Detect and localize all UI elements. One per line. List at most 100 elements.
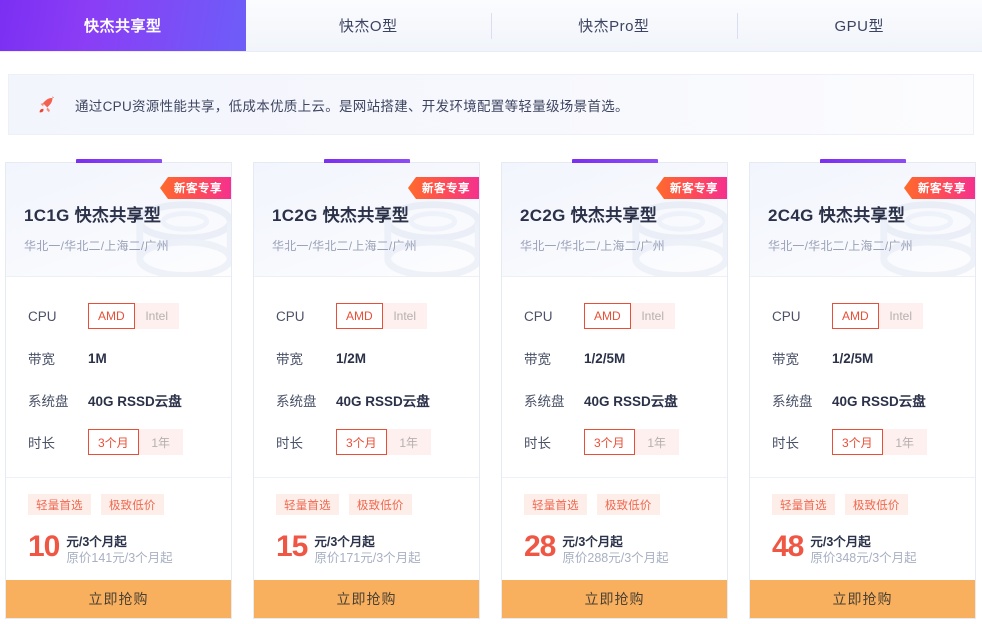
info-banner-text: 通过CPU资源性能共享，低成本优质上云。是网站搭建、开发环境配置等轻量级场景首选… [75, 98, 629, 114]
ribbon-label: 新客专享 [670, 183, 718, 195]
cpu-option-intel[interactable]: Intel [134, 303, 179, 329]
card-title: 1C2G 快杰共享型 [272, 206, 410, 225]
tab-kuaijie-pro[interactable]: 快杰Pro型 [491, 0, 737, 51]
duration-option-3months[interactable]: 3个月 [88, 429, 139, 455]
ribbon-label: 新客专享 [918, 183, 966, 195]
tag-light-choice: 轻量首选 [772, 494, 835, 515]
spec-row-cpu: CPU AMD Intel [772, 295, 975, 337]
product-card-grid: 新客专享 1C1G 快杰共享型 华北一/华北二/上海二/广州 CPU AMD I… [0, 135, 982, 619]
cpu-option-group: AMD Intel [88, 303, 179, 329]
tab-kuaijie-o[interactable]: 快杰O型 [246, 0, 492, 51]
tag-low-price: 极致低价 [844, 494, 908, 515]
spec-row-bandwidth: 带宽 1/2/5M [772, 337, 975, 379]
duration-option-1year[interactable]: 1年 [634, 429, 679, 455]
spec-label-disk: 系统盘 [28, 394, 69, 409]
spec-label-cpu: CPU [772, 308, 801, 324]
buy-now-button[interactable]: 立即抢购 [750, 580, 975, 618]
spec-label-disk: 系统盘 [772, 394, 813, 409]
product-card[interactable]: 新客专享 1C1G 快杰共享型 华北一/华北二/上海二/广州 CPU AMD I… [5, 159, 232, 619]
spec-row-disk: 系统盘 40G RSSD云盘 [524, 379, 727, 421]
cpu-option-amd[interactable]: AMD [336, 303, 383, 329]
buy-now-label: 立即抢购 [88, 591, 149, 607]
duration-option-1year[interactable]: 1年 [386, 429, 431, 455]
cpu-option-group: AMD Intel [336, 303, 427, 329]
card-specs: CPU AMD Intel 带宽 1/2M 系统盘 40G RSSD云盘 时长 … [254, 277, 479, 478]
cpu-option-group: AMD Intel [832, 303, 923, 329]
price-row: 28 元/3个月起 原价288元/3个月起 [524, 532, 727, 567]
cpu-option-amd[interactable]: AMD [584, 303, 631, 329]
new-customer-ribbon: 新客专享 [904, 177, 975, 199]
rocket-icon [39, 95, 55, 112]
buy-now-button[interactable]: 立即抢购 [6, 580, 231, 618]
tag-light-choice: 轻量首选 [28, 494, 91, 515]
spec-row-disk: 系统盘 40G RSSD云盘 [772, 379, 975, 421]
duration-option-1year[interactable]: 1年 [138, 429, 183, 455]
price-unit: 元/3个月起 [314, 535, 375, 549]
price-unit: 元/3个月起 [562, 535, 623, 549]
spec-row-bandwidth: 带宽 1/2/5M [524, 337, 727, 379]
duration-option-3months[interactable]: 3个月 [336, 429, 387, 455]
card-tags: 轻量首选 极致低价 [28, 494, 231, 515]
spec-value-bandwidth: 1/2/5M [832, 350, 874, 366]
price-text-group: 元/3个月起 原价171元/3个月起 [314, 534, 420, 567]
price-amount: 15 [276, 530, 308, 563]
card-price-block: 轻量首选 极致低价 48 元/3个月起 原价348元/3个月起 [750, 478, 975, 580]
product-card[interactable]: 新客专享 2C2G 快杰共享型 华北一/华北二/上海二/广州 CPU AMD I… [501, 159, 728, 619]
price-amount: 10 [28, 530, 60, 563]
duration-option-group: 3个月 1年 [336, 429, 431, 455]
tab-label: 快杰共享型 [83, 18, 162, 35]
card-tags: 轻量首选 极致低价 [276, 494, 479, 515]
cpu-option-amd[interactable]: AMD [832, 303, 879, 329]
spec-row-cpu: CPU AMD Intel [28, 295, 231, 337]
tab-label: 快杰O型 [338, 18, 398, 35]
ribbon-label: 新客专享 [174, 183, 222, 195]
cpu-option-intel[interactable]: Intel [630, 303, 675, 329]
card-specs: CPU AMD Intel 带宽 1/2/5M 系统盘 40G RSSD云盘 时… [750, 277, 975, 478]
spec-label-bandwidth: 带宽 [772, 352, 799, 367]
spec-label-cpu: CPU [28, 308, 57, 324]
spec-row-duration: 时长 3个月 1年 [276, 421, 479, 463]
ribbon-label: 新客专享 [422, 183, 470, 195]
buy-now-button[interactable]: 立即抢购 [502, 580, 727, 618]
tab-gpu[interactable]: GPU型 [736, 0, 982, 51]
duration-option-group: 3个月 1年 [584, 429, 679, 455]
buy-now-label: 立即抢购 [832, 591, 893, 607]
tab-label: GPU型 [834, 18, 884, 35]
spec-value-bandwidth: 1/2M [336, 350, 367, 366]
card-price-block: 轻量首选 极致低价 10 元/3个月起 原价141元/3个月起 [6, 478, 231, 580]
card-specs: CPU AMD Intel 带宽 1/2/5M 系统盘 40G RSSD云盘 时… [502, 277, 727, 478]
card-header: 新客专享 1C2G 快杰共享型 华北一/华北二/上海二/广州 [254, 163, 479, 277]
price-unit: 元/3个月起 [66, 535, 127, 549]
spec-row-cpu: CPU AMD Intel [276, 295, 479, 337]
price-original: 原价171元/3个月起 [314, 551, 421, 565]
spec-row-bandwidth: 带宽 1M [28, 337, 231, 379]
duration-option-1year[interactable]: 1年 [882, 429, 927, 455]
product-card[interactable]: 新客专享 2C4G 快杰共享型 华北一/华北二/上海二/广州 CPU AMD I… [749, 159, 976, 619]
spec-label-bandwidth: 带宽 [524, 352, 551, 367]
tag-low-price: 极致低价 [596, 494, 660, 515]
new-customer-ribbon: 新客专享 [408, 177, 479, 199]
server-disc-watermark-icon [880, 201, 975, 276]
cpu-option-intel[interactable]: Intel [878, 303, 923, 329]
card-specs: CPU AMD Intel 带宽 1M 系统盘 40G RSSD云盘 时长 3个… [6, 277, 231, 478]
product-card[interactable]: 新客专享 1C2G 快杰共享型 华北一/华北二/上海二/广州 CPU AMD I… [253, 159, 480, 619]
spec-row-bandwidth: 带宽 1/2M [276, 337, 479, 379]
price-original: 原价141元/3个月起 [66, 551, 173, 565]
info-banner-wrapper: 通过CPU资源性能共享，低成本优质上云。是网站搭建、开发环境配置等轻量级场景首选… [0, 52, 982, 135]
buy-now-label: 立即抢购 [584, 591, 645, 607]
duration-option-3months[interactable]: 3个月 [584, 429, 635, 455]
card-tags: 轻量首选 极致低价 [772, 494, 975, 515]
tab-kuaijie-shared[interactable]: 快杰共享型 [0, 0, 246, 51]
spec-value-disk: 40G RSSD云盘 [584, 394, 678, 409]
info-banner: 通过CPU资源性能共享，低成本优质上云。是网站搭建、开发环境配置等轻量级场景首选… [8, 74, 974, 135]
cpu-option-intel[interactable]: Intel [382, 303, 427, 329]
card-title: 1C1G 快杰共享型 [24, 206, 162, 225]
duration-option-3months[interactable]: 3个月 [832, 429, 883, 455]
spec-label-duration: 时长 [524, 436, 551, 451]
price-amount: 48 [772, 530, 804, 563]
spec-value-disk: 40G RSSD云盘 [88, 394, 182, 409]
spec-value-disk: 40G RSSD云盘 [336, 394, 430, 409]
buy-now-button[interactable]: 立即抢购 [254, 580, 479, 618]
card-tags: 轻量首选 极致低价 [524, 494, 727, 515]
cpu-option-amd[interactable]: AMD [88, 303, 135, 329]
